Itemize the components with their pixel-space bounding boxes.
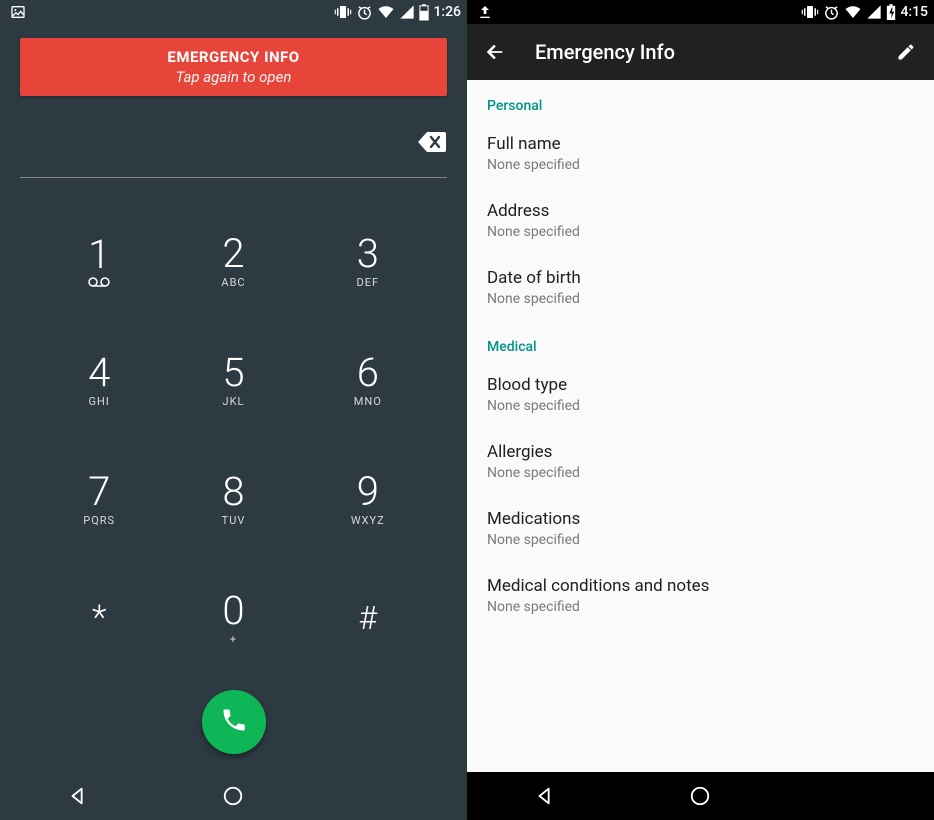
setting-blood-type[interactable]: Blood type None specified — [467, 361, 934, 428]
page-title: Emergency Info — [535, 40, 890, 64]
section-header-medical: Medical — [467, 321, 934, 361]
key-9[interactable]: 9 WXYZ — [301, 450, 435, 549]
setting-value: None specified — [487, 532, 914, 548]
nav-bar — [0, 772, 467, 820]
key-digit: 0 — [222, 591, 244, 631]
wifi-icon — [844, 3, 862, 21]
key-letters: GHI — [88, 395, 109, 408]
setting-label: Full name — [487, 134, 914, 154]
setting-full-name[interactable]: Full name None specified — [467, 120, 934, 187]
section-header-personal: Personal — [467, 80, 934, 120]
key-star[interactable]: * — [32, 569, 166, 668]
edit-button[interactable] — [890, 36, 922, 68]
key-8[interactable]: 8 TUV — [166, 450, 300, 549]
setting-label: Allergies — [487, 442, 914, 462]
setting-label: Address — [487, 201, 914, 221]
setting-allergies[interactable]: Allergies None specified — [467, 428, 934, 495]
key-2[interactable]: 2 ABC — [166, 212, 300, 311]
key-digit: 9 — [357, 472, 379, 512]
key-digit: 6 — [357, 353, 379, 393]
setting-address[interactable]: Address None specified — [467, 187, 934, 254]
cell-signal-icon — [866, 4, 882, 20]
nav-home-button[interactable] — [660, 785, 740, 807]
pencil-icon — [896, 42, 916, 62]
emergency-banner-title: EMERGENCY INFO — [28, 48, 439, 66]
key-hash[interactable]: # — [301, 569, 435, 668]
dial-keypad: 1 2 ABC 3 DEF 4 GHI 5 JKL 6 MNO 7 PQRS — [0, 178, 467, 672]
key-letters: + — [230, 633, 237, 646]
upload-icon — [477, 4, 493, 20]
battery-charging-icon — [886, 4, 896, 21]
arrow-back-icon — [484, 41, 506, 63]
key-letters: TUV — [222, 514, 246, 527]
setting-date-of-birth[interactable]: Date of birth None specified — [467, 254, 934, 321]
setting-value: None specified — [487, 465, 914, 481]
settings-list[interactable]: Personal Full name None specified Addres… — [467, 80, 934, 772]
screen-emergency-dialer: 1:26 EMERGENCY INFO Tap again to open 1 … — [0, 0, 467, 820]
setting-value: None specified — [487, 224, 914, 240]
phone-icon — [220, 706, 248, 738]
setting-value: None specified — [487, 398, 914, 414]
back-button[interactable] — [479, 36, 511, 68]
key-letters: JKL — [223, 395, 245, 408]
setting-value: None specified — [487, 157, 914, 173]
nav-back-button[interactable] — [38, 785, 118, 807]
key-letters: WXYZ — [351, 514, 385, 527]
app-bar: Emergency Info — [467, 24, 934, 80]
backspace-icon[interactable] — [417, 131, 447, 157]
voicemail-icon — [88, 275, 110, 289]
setting-label: Medical conditions and notes — [487, 576, 914, 596]
image-icon — [10, 4, 26, 20]
status-bar: 1:26 — [0, 0, 467, 24]
setting-medical-conditions[interactable]: Medical conditions and notes None specif… — [467, 562, 934, 629]
key-5[interactable]: 5 JKL — [166, 331, 300, 430]
setting-value: None specified — [487, 291, 914, 307]
dial-input[interactable] — [20, 118, 447, 178]
key-letters: MNO — [354, 395, 382, 408]
call-button[interactable] — [202, 690, 266, 754]
key-letters: ABC — [221, 276, 245, 289]
key-digit: 1 — [88, 235, 110, 275]
vibrate-icon — [801, 3, 819, 21]
key-3[interactable]: 3 DEF — [301, 212, 435, 311]
key-letters: DEF — [357, 276, 380, 289]
nav-bar — [467, 772, 934, 820]
nav-back-button[interactable] — [505, 785, 585, 807]
vibrate-icon — [334, 3, 352, 21]
key-digit: 7 — [88, 472, 110, 512]
status-clock: 1:26 — [433, 4, 461, 20]
key-digit: # — [359, 602, 378, 634]
call-row — [0, 672, 467, 772]
setting-label: Date of birth — [487, 268, 914, 288]
emergency-info-banner[interactable]: EMERGENCY INFO Tap again to open — [20, 38, 447, 96]
key-digit: * — [92, 601, 106, 635]
wifi-icon — [377, 3, 395, 21]
key-digit: 8 — [222, 472, 244, 512]
alarm-icon — [823, 4, 840, 21]
screen-emergency-info: 4:15 Emergency Info Personal Full name N… — [467, 0, 934, 820]
setting-label: Medications — [487, 509, 914, 529]
key-digit: 3 — [357, 234, 379, 274]
key-digit: 5 — [222, 353, 244, 393]
key-letters: PQRS — [83, 514, 115, 527]
key-digit: 2 — [222, 234, 244, 274]
key-0[interactable]: 0 + — [166, 569, 300, 668]
setting-medications[interactable]: Medications None specified — [467, 495, 934, 562]
battery-icon — [419, 4, 429, 21]
status-bar: 4:15 — [467, 0, 934, 24]
setting-value: None specified — [487, 599, 914, 615]
key-7[interactable]: 7 PQRS — [32, 450, 166, 549]
key-6[interactable]: 6 MNO — [301, 331, 435, 430]
emergency-banner-subtitle: Tap again to open — [28, 68, 439, 86]
nav-home-button[interactable] — [193, 785, 273, 807]
alarm-icon — [356, 4, 373, 21]
key-1[interactable]: 1 — [32, 212, 166, 311]
key-digit: 4 — [88, 353, 110, 393]
key-4[interactable]: 4 GHI — [32, 331, 166, 430]
status-clock: 4:15 — [900, 4, 928, 20]
setting-label: Blood type — [487, 375, 914, 395]
cell-signal-icon — [399, 4, 415, 20]
